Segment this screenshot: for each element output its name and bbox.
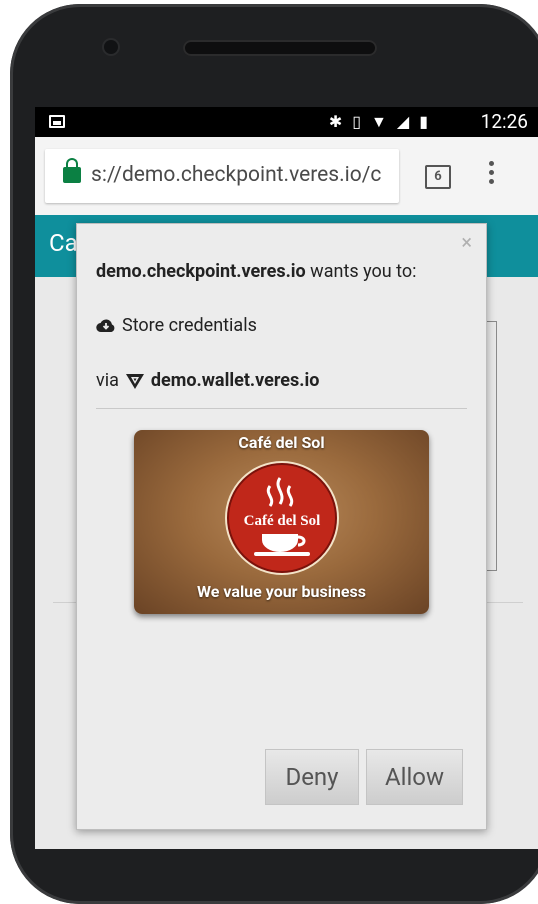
overflow-menu-icon[interactable] [489, 161, 495, 187]
cloud-download-icon [96, 318, 115, 332]
card-title: Café del Sol [238, 433, 325, 452]
deny-button[interactable]: Deny [265, 749, 359, 805]
lock-icon[interactable] [63, 158, 81, 183]
battery-icon: ▮ [419, 112, 428, 131]
requesting-origin: demo.checkpoint.veres.io [96, 261, 306, 282]
status-time: 12:26 [480, 110, 528, 133]
permission-dialog: × demo.checkpoint.veres.io wants you to:… [76, 223, 487, 830]
wallet-domain: demo.wallet.veres.io [150, 370, 320, 391]
credential-card[interactable]: Café del Sol Café del Sol We value your … [134, 430, 429, 614]
status-bar: ✱ ▯ ▼ ◢ ▮ 12:26 [35, 107, 538, 137]
allow-button[interactable]: Allow [366, 749, 463, 805]
veres-logo-icon [125, 373, 144, 389]
signal-icon: ◢ [396, 112, 410, 131]
image-icon [49, 115, 65, 128]
phone-frame: ✱ ▯ ▼ ◢ ▮ 12:26 s://demo.checkpoint.vere… [0, 0, 538, 904]
front-camera [104, 40, 118, 54]
screen: ✱ ▯ ▼ ◢ ▮ 12:26 s://demo.checkpoint.vere… [35, 107, 538, 849]
bluetooth-icon: ✱ [328, 112, 343, 131]
vibrate-icon: ▯ [352, 112, 362, 131]
card-footer: We value your business [197, 582, 366, 601]
permission-item: Store credentials [96, 315, 257, 336]
earpiece-speaker [183, 40, 377, 56]
logo-text: Café del Sol [244, 513, 321, 529]
dialog-divider [96, 408, 467, 409]
permission-label: Store credentials [122, 315, 257, 336]
wifi-icon: ▼ [371, 112, 387, 131]
wants-text: wants you to: [305, 261, 417, 282]
wallet-line: via demo.wallet.veres.io [96, 370, 319, 391]
url-field[interactable]: s://demo.checkpoint.veres.io/c [45, 149, 399, 203]
tab-switcher-button[interactable]: 6 [425, 165, 451, 189]
via-label: via [96, 370, 119, 391]
status-icons: ✱ ▯ ▼ ◢ ▮ [329, 111, 428, 133]
url-text[interactable]: s://demo.checkpoint.veres.io/c [91, 163, 387, 187]
close-icon[interactable]: × [461, 230, 472, 254]
browser-toolbar: s://demo.checkpoint.veres.io/c 6 [35, 137, 538, 215]
dialog-request-text: demo.checkpoint.veres.io wants you to: [96, 261, 416, 282]
page-header-title: Ca [49, 229, 78, 257]
cafe-logo: Café del Sol [225, 461, 339, 575]
